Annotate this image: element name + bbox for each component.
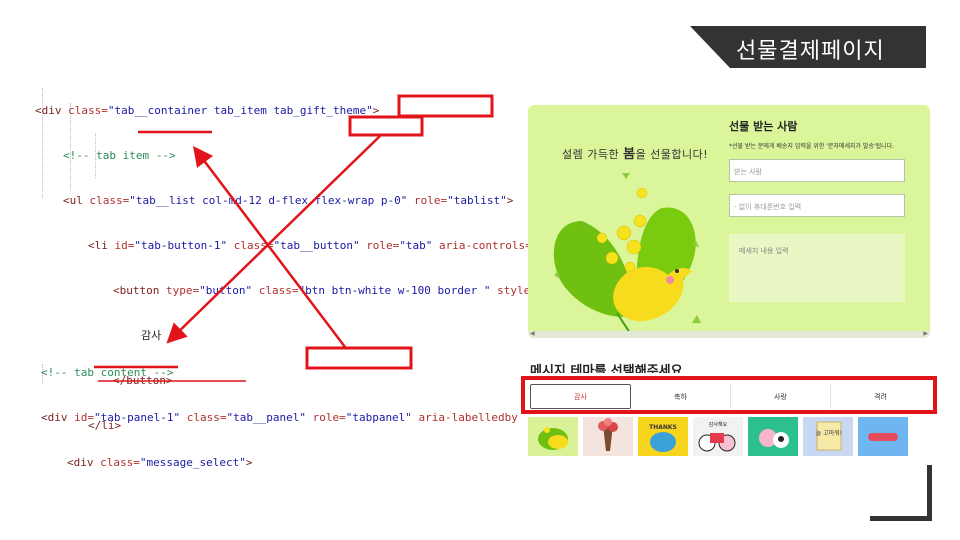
receiver-section-title: 선물 받는 사람 (729, 120, 798, 133)
gift-message-panel: 설렘 가득한 봄을 선물합니다! 선물 받는 사람 *선물 받는 분에게 배송지… (528, 105, 930, 338)
code-line: <!-- tab item --> (63, 149, 176, 162)
code-line: <div class="message_select"> (67, 456, 253, 469)
code-line: <div class="tab__container tab_item tab_… (35, 104, 380, 117)
receiver-phone-input[interactable]: - 없이 휴대폰번호 입력 (729, 194, 905, 217)
code-line: <li id="tab-button-1" class="tab__button… (88, 239, 532, 252)
sticker-thanks-text: THANKS (649, 424, 677, 431)
code-block-bottom: <!-- tab content --> <div id="tab-panel-… (41, 335, 518, 485)
sticker-list: THANKS 감사해요 늘 고마워! (528, 417, 908, 456)
highlight-box-tabs (521, 376, 937, 414)
message-textarea[interactable]: 메세지 내용 입력 (729, 234, 905, 302)
code-line: <!-- tab content --> (41, 366, 174, 379)
sticker-flower-bouquet[interactable] (583, 417, 633, 456)
sticker-panda-thank-you[interactable]: 감사해요 (693, 417, 743, 456)
slide-title: 선물결제페이지 (736, 39, 885, 64)
sticker-thanks[interactable]: THANKS (638, 417, 688, 456)
horizontal-scrollbar[interactable]: ◀ ▶ (528, 330, 930, 338)
sticker-spring-bird[interactable] (528, 417, 578, 456)
sticker-gamsa-text: 감사해요 (709, 421, 728, 428)
sticker-pink-bunny[interactable] (748, 417, 798, 456)
sticker-sticky-note[interactable]: 늘 고마워! (803, 417, 853, 456)
scroll-right-icon[interactable]: ▶ (923, 330, 928, 337)
sticker-red-band[interactable] (858, 417, 908, 456)
spring-bird-illustration (553, 173, 701, 333)
scroll-left-icon[interactable]: ◀ (530, 330, 535, 337)
receiver-name-input[interactable]: 받는 사람 (729, 159, 905, 182)
corner-bracket (870, 465, 932, 521)
code-line: <ul class="tab__list col-md-12 d-flex fl… (63, 194, 514, 207)
receiver-notice: *선물 받는 분에게 배송지 입력을 위한 '문자메세지가 발송'됩니다. (729, 143, 895, 150)
code-line: <div id="tab-panel-1" class="tab__panel"… (41, 411, 518, 424)
code-line: <button type="button" class="btn btn-whi… (113, 284, 531, 297)
gift-slogan: 설렘 가득한 봄을 선물합니다! (562, 147, 709, 162)
sticker-note-text: 늘 고마워! (816, 429, 842, 437)
slide-title-tag: 선물결제페이지 (690, 26, 926, 68)
